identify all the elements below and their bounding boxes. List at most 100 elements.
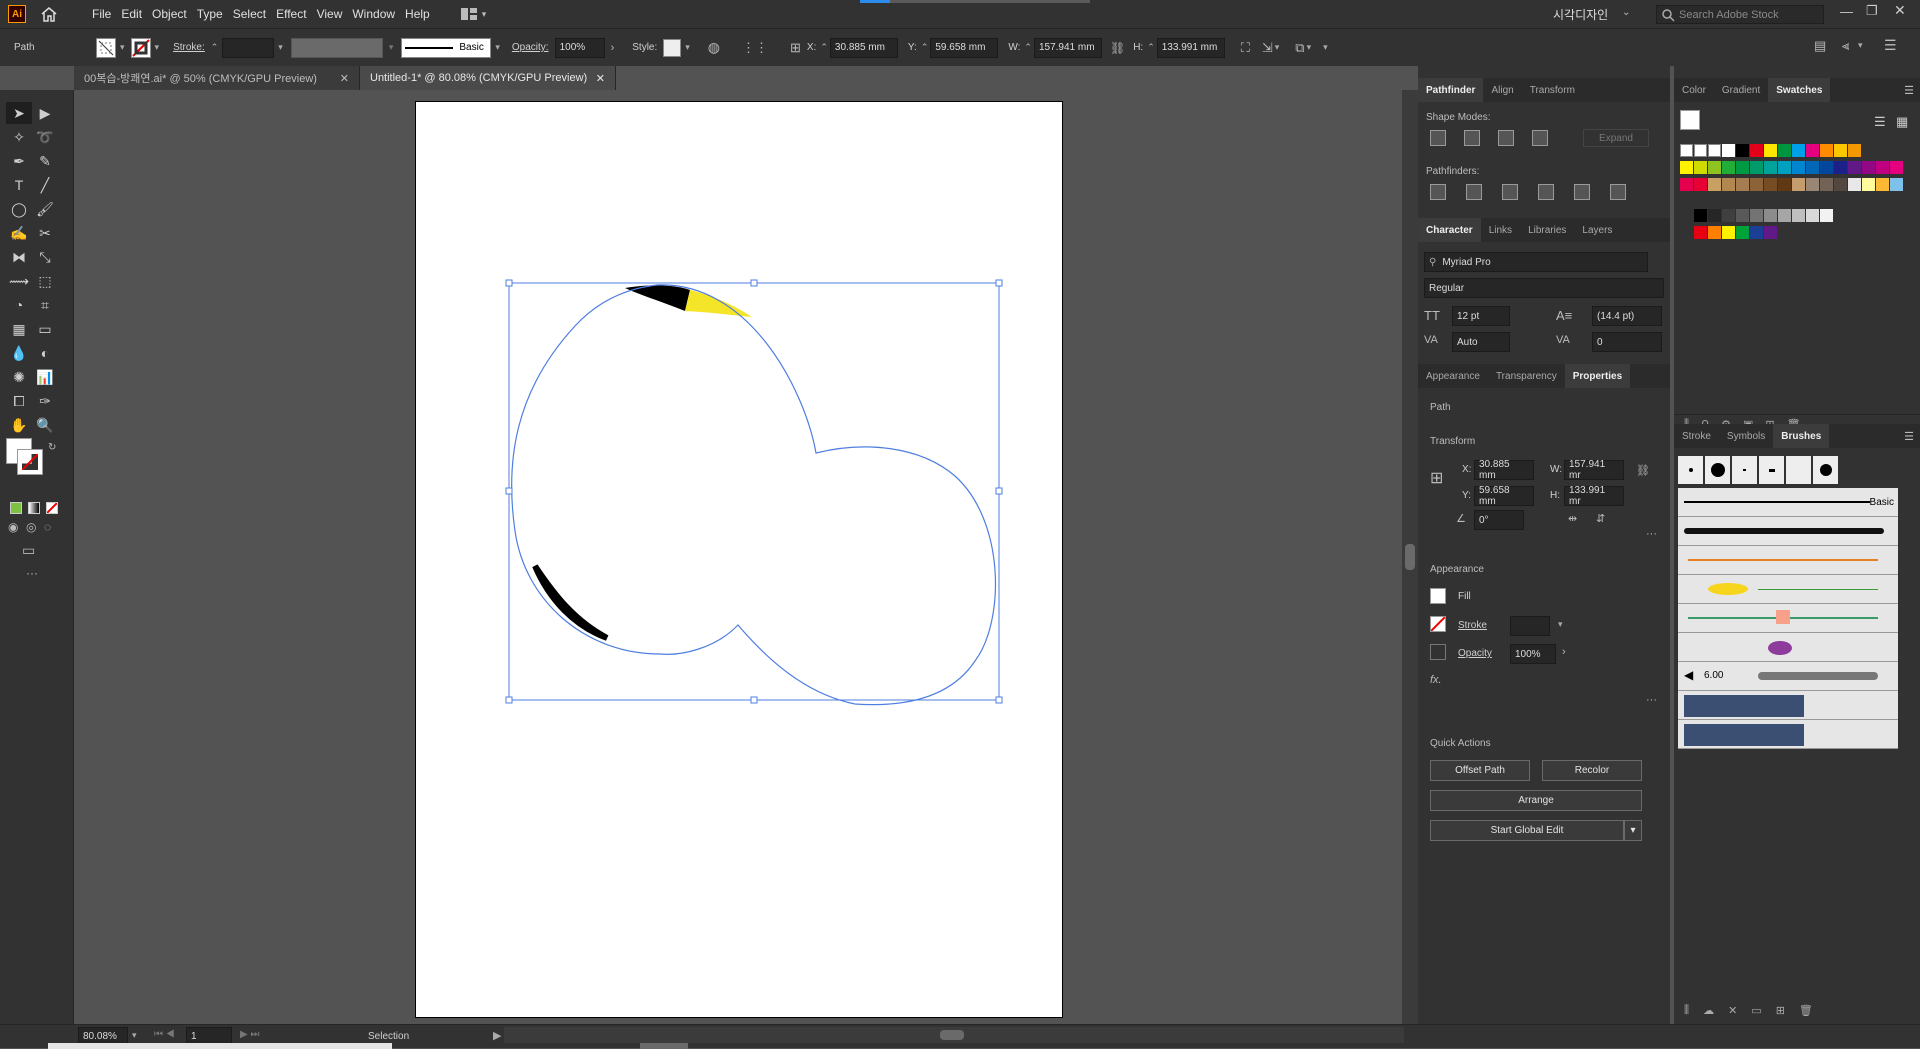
selected-path-outline[interactable]	[511, 284, 996, 706]
chevron-down-icon[interactable]: ⌄	[1622, 7, 1630, 18]
tab-align[interactable]: Align	[1483, 78, 1521, 102]
swatch[interactable]	[1764, 161, 1777, 174]
swatch[interactable]	[1876, 161, 1889, 174]
menu-help[interactable]: Help	[401, 5, 434, 23]
opacity-input[interactable]: 100%	[1510, 644, 1556, 664]
font-family-field[interactable]: ⚲ Myriad Pro	[1424, 252, 1648, 272]
kerning-field[interactable]: Auto	[1452, 332, 1510, 352]
list-view-icon[interactable]: ☰	[1874, 114, 1886, 130]
more-tools-icon[interactable]: ···	[26, 566, 38, 580]
handle[interactable]	[750, 696, 758, 704]
last-artboard-icon[interactable]: ▶ ⏭	[240, 1029, 259, 1040]
swatch[interactable]	[1750, 144, 1763, 157]
zoom-tool-icon[interactable]: 🔍	[32, 414, 58, 436]
new-brush-icon[interactable]: ⊞	[1776, 1004, 1785, 1017]
gradient-tool-icon[interactable]: ▭	[32, 318, 58, 340]
global-edit-button[interactable]: Start Global Edit	[1430, 820, 1624, 841]
stock-search[interactable]: Search Adobe Stock	[1656, 5, 1824, 24]
intersect-icon[interactable]	[1498, 130, 1514, 146]
leading-field[interactable]: (14.4 pt)	[1592, 306, 1662, 326]
envelope-icon[interactable]: ⧉	[1295, 40, 1304, 56]
flip-vertical-icon[interactable]: ⇵	[1596, 512, 1605, 525]
chevron-down-icon[interactable]: ▾	[1307, 42, 1312, 53]
chevron-down-icon[interactable]: ▾	[1323, 42, 1328, 53]
swatch[interactable]	[1820, 209, 1833, 222]
swatch[interactable]	[1778, 178, 1791, 191]
stepper-icon[interactable]: ⌃	[820, 42, 828, 53]
panel-menu-icon[interactable]: ☰	[1904, 84, 1914, 97]
draw-normal-icon[interactable]: ◉	[8, 520, 18, 534]
slice-tool-icon[interactable]: ✑	[32, 390, 58, 412]
swatch[interactable]	[1834, 161, 1847, 174]
type-tool-icon[interactable]: T	[6, 174, 32, 196]
line-tool-icon[interactable]: ╱	[32, 174, 58, 196]
stroke-weight-input[interactable]	[1510, 616, 1550, 636]
grid-view-icon[interactable]: ▦	[1896, 114, 1908, 130]
rotate-input[interactable]: 0°	[1474, 510, 1524, 530]
shaper-tool-icon[interactable]: ✍	[6, 222, 32, 244]
swatch[interactable]	[1806, 161, 1819, 174]
swatch[interactable]	[1680, 161, 1693, 174]
opacity-input[interactable]: 100%	[554, 37, 605, 58]
prop-h-input[interactable]: 133.991 mr	[1564, 485, 1624, 507]
swatch[interactable]	[1708, 144, 1721, 157]
swatch[interactable]	[1722, 161, 1735, 174]
fill-stroke-mini[interactable]	[1680, 110, 1700, 130]
handle[interactable]	[750, 279, 758, 287]
tab-transparency[interactable]: Transparency	[1488, 364, 1565, 388]
handle[interactable]	[995, 279, 1003, 287]
brush-library-icon[interactable]: ⫼	[1684, 1004, 1689, 1017]
vertical-scrollbar[interactable]	[1402, 90, 1418, 1024]
swatch[interactable]	[1694, 226, 1707, 239]
bounding-handles[interactable]	[505, 279, 1003, 704]
swatch[interactable]	[1792, 161, 1805, 174]
home-icon[interactable]	[40, 6, 58, 22]
menu-edit[interactable]: Edit	[117, 5, 146, 23]
artboard-tool-icon[interactable]: ⧠	[6, 390, 32, 412]
stroke-label[interactable]: Stroke	[1458, 620, 1487, 631]
minus-back-icon[interactable]	[1610, 184, 1626, 200]
width-tool-icon[interactable]: ⟿	[6, 270, 32, 292]
curvature-tool-icon[interactable]: ✎	[32, 150, 58, 172]
swatch[interactable]	[1848, 178, 1861, 191]
arrange-documents-icon[interactable]: ▾	[460, 7, 486, 21]
handle[interactable]	[505, 696, 513, 704]
swatch[interactable]	[1820, 144, 1833, 157]
swap-icon[interactable]: ↻	[48, 442, 56, 453]
swatch[interactable]	[1806, 209, 1819, 222]
stepper-icon[interactable]: ⌃	[1147, 42, 1155, 53]
restore-icon[interactable]: ❐	[1866, 3, 1878, 19]
swatch[interactable]	[1876, 178, 1889, 191]
paintbrush-icon[interactable]: 🖌	[32, 198, 58, 220]
tab-document-1[interactable]: 00복습-방쾌연.ai* @ 50% (CMYK/GPU Preview) ✕	[74, 66, 360, 90]
swatch[interactable]	[1694, 161, 1707, 174]
tab-appearance[interactable]: Appearance	[1418, 364, 1488, 388]
swatch[interactable]	[1722, 178, 1735, 191]
close-icon[interactable]: ✕	[1894, 2, 1906, 19]
fx-icon[interactable]: fx.	[1430, 674, 1442, 686]
global-edit-dropdown[interactable]: ▾	[1624, 820, 1642, 841]
chevron-down-icon[interactable]: ▾	[155, 42, 160, 53]
swatch[interactable]	[1890, 161, 1903, 174]
direct-selection-tool-icon[interactable]: ▶	[32, 102, 58, 124]
search-input[interactable]: Search Adobe Stock	[1679, 9, 1779, 21]
trim-icon[interactable]	[1466, 184, 1482, 200]
chevron-right-icon[interactable]: ›	[1562, 646, 1566, 658]
scroll-thumb[interactable]	[1405, 544, 1415, 570]
align-icon[interactable]: ⋮⋮	[742, 40, 768, 56]
swatch[interactable]	[1736, 178, 1749, 191]
swatch[interactable]	[1862, 178, 1875, 191]
swatch[interactable]	[1708, 226, 1721, 239]
blend-tool-icon[interactable]: ◐	[32, 342, 58, 364]
menu-select[interactable]: Select	[229, 5, 270, 23]
fill-swatch[interactable]	[1430, 588, 1446, 604]
graphic-style-swatch[interactable]	[663, 38, 682, 57]
tab-links[interactable]: Links	[1481, 218, 1520, 242]
handle[interactable]	[505, 487, 513, 495]
swatch[interactable]	[1778, 144, 1791, 157]
symbol-sprayer-icon[interactable]: ✺	[6, 366, 32, 388]
swatch[interactable]	[1890, 178, 1903, 191]
swatch[interactable]	[1736, 161, 1749, 174]
swatch[interactable]	[1694, 178, 1707, 191]
selection-tool-icon[interactable]: ➤	[6, 102, 32, 124]
